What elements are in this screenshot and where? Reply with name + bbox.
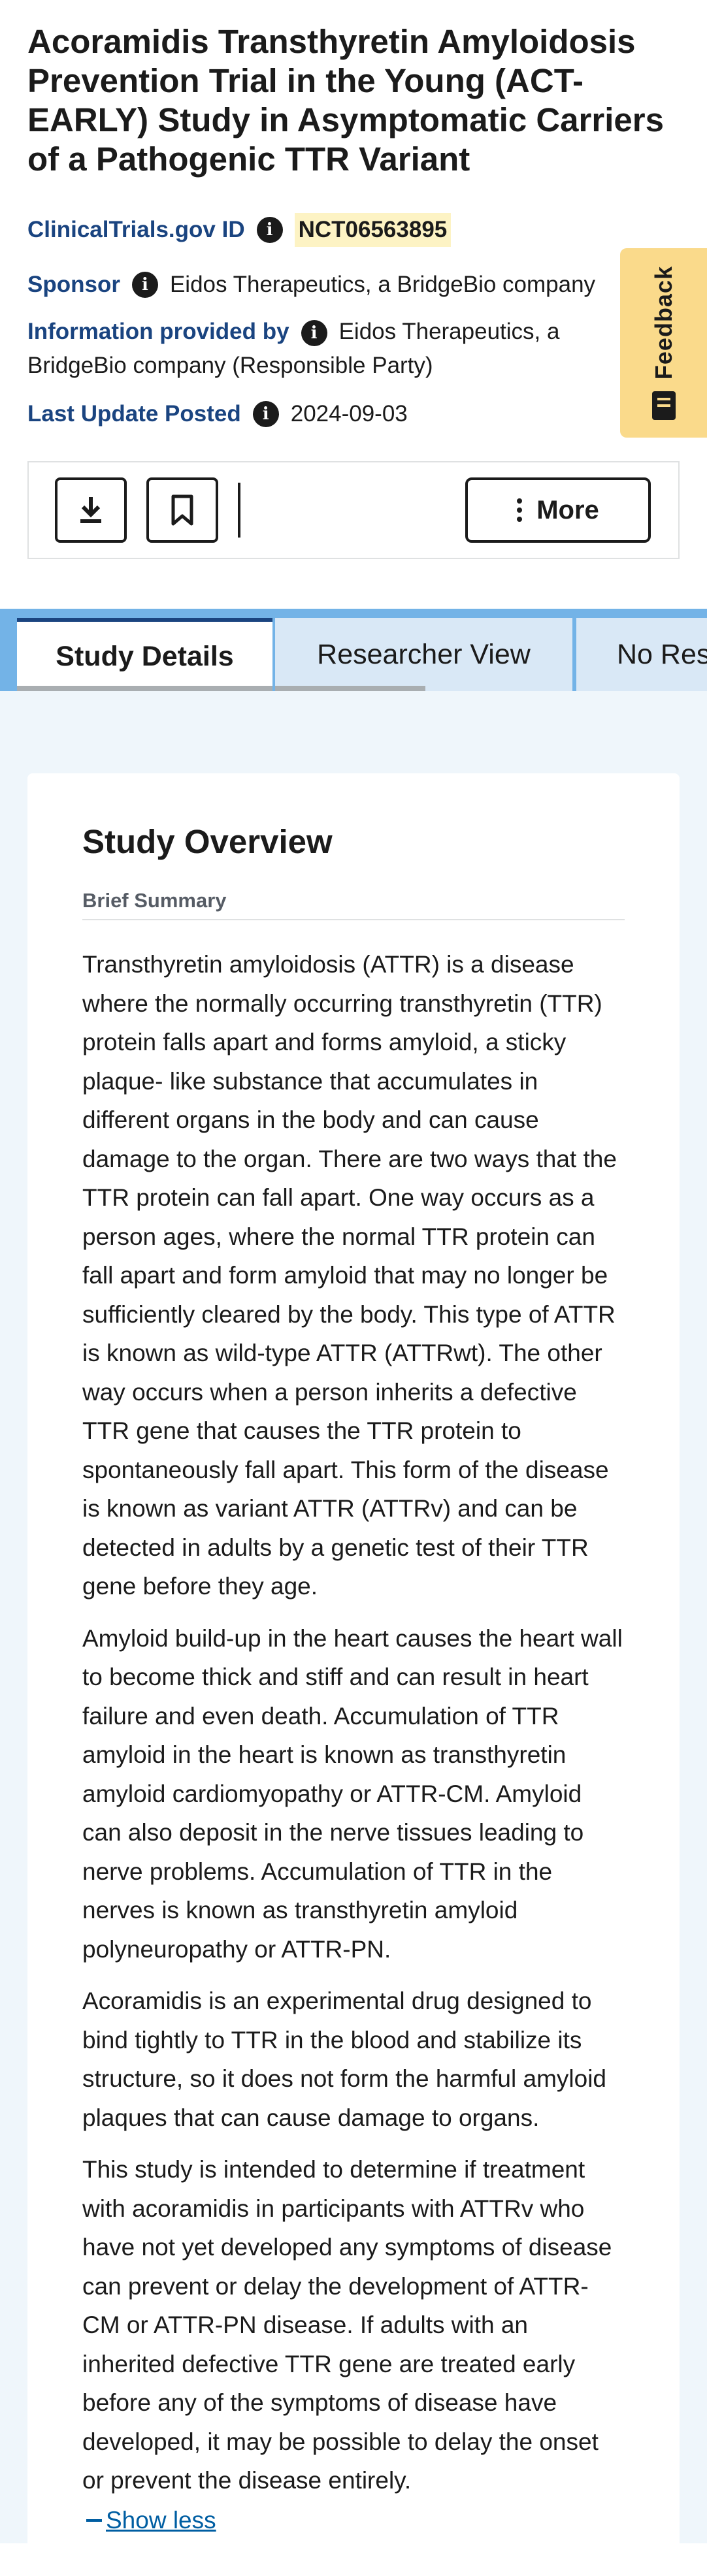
brief-summary-label: Brief Summary <box>82 888 625 920</box>
study-overview-card: Study Overview Brief Summary Transthyret… <box>27 773 680 2576</box>
info-icon[interactable]: i <box>131 272 158 298</box>
info-icon[interactable]: i <box>252 401 279 427</box>
sponsor-label: Sponsor <box>27 272 120 297</box>
summary-paragraph: Amyloid build-up in the heart causes the… <box>82 1624 623 1963</box>
sponsor-row: Sponsor i Eidos Therapeutics, a BridgeBi… <box>27 268 680 302</box>
information-provided-row: Information provided by i Eidos Therapeuti… <box>27 315 616 383</box>
feedback-button[interactable]: Feedback <box>620 248 707 438</box>
info-icon[interactable]: i <box>256 217 283 243</box>
study-toolbar: More <box>27 461 680 559</box>
last-update-label: Last Update Posted <box>27 401 241 427</box>
last-update-row: Last Update Posted i 2024-09-03 <box>27 397 680 431</box>
show-less-label: Show less <box>106 2506 216 2534</box>
study-header: Acoramidis Transthyretin Amyloidosis Pre… <box>0 0 707 431</box>
toolbar-divider <box>238 483 240 538</box>
more-label: More <box>536 495 599 524</box>
information-provided-label: Information provided by <box>27 319 289 344</box>
study-overview-heading: Study Overview <box>82 823 333 860</box>
study-tabs: Study Details Researcher View No Results… <box>0 609 707 691</box>
kebab-icon <box>517 496 523 524</box>
summary-paragraph: Acoramidis is an experimental drug desig… <box>82 1988 607 2131</box>
summary-paragraph: This study is intended to determine if t… <box>82 2156 612 2494</box>
bookmark-icon <box>171 494 193 526</box>
study-id-row: ClinicalTrials.gov ID i NCT06563895 <box>27 213 680 247</box>
sponsor-value: Eidos Therapeutics, a BridgeBio company <box>169 272 596 297</box>
more-button[interactable]: More <box>465 477 651 543</box>
show-less-link[interactable]: Show less <box>86 2504 216 2537</box>
feedback-label: Feedback <box>649 265 677 380</box>
study-id-label: ClinicalTrials.gov ID <box>27 217 245 242</box>
summary-paragraph: Transthyretin amyloidosis (ATTR) is a di… <box>82 951 617 1600</box>
tab-study-details[interactable]: Study Details <box>17 618 272 691</box>
download-button[interactable] <box>55 477 127 543</box>
minus-icon <box>86 2519 102 2522</box>
page-title: Acoramidis Transthyretin Amyloidosis Pre… <box>27 23 664 178</box>
tab-researcher-view[interactable]: Researcher View <box>275 618 572 691</box>
study-id-value: NCT06563895 <box>294 213 452 247</box>
download-icon <box>80 497 101 523</box>
bookmark-button[interactable] <box>146 477 218 543</box>
info-icon[interactable]: i <box>301 319 327 346</box>
last-update-value: 2024-09-03 <box>290 401 408 427</box>
feedback-icon <box>651 391 676 421</box>
tab-no-results-posted[interactable]: No Results Posted <box>576 618 707 691</box>
